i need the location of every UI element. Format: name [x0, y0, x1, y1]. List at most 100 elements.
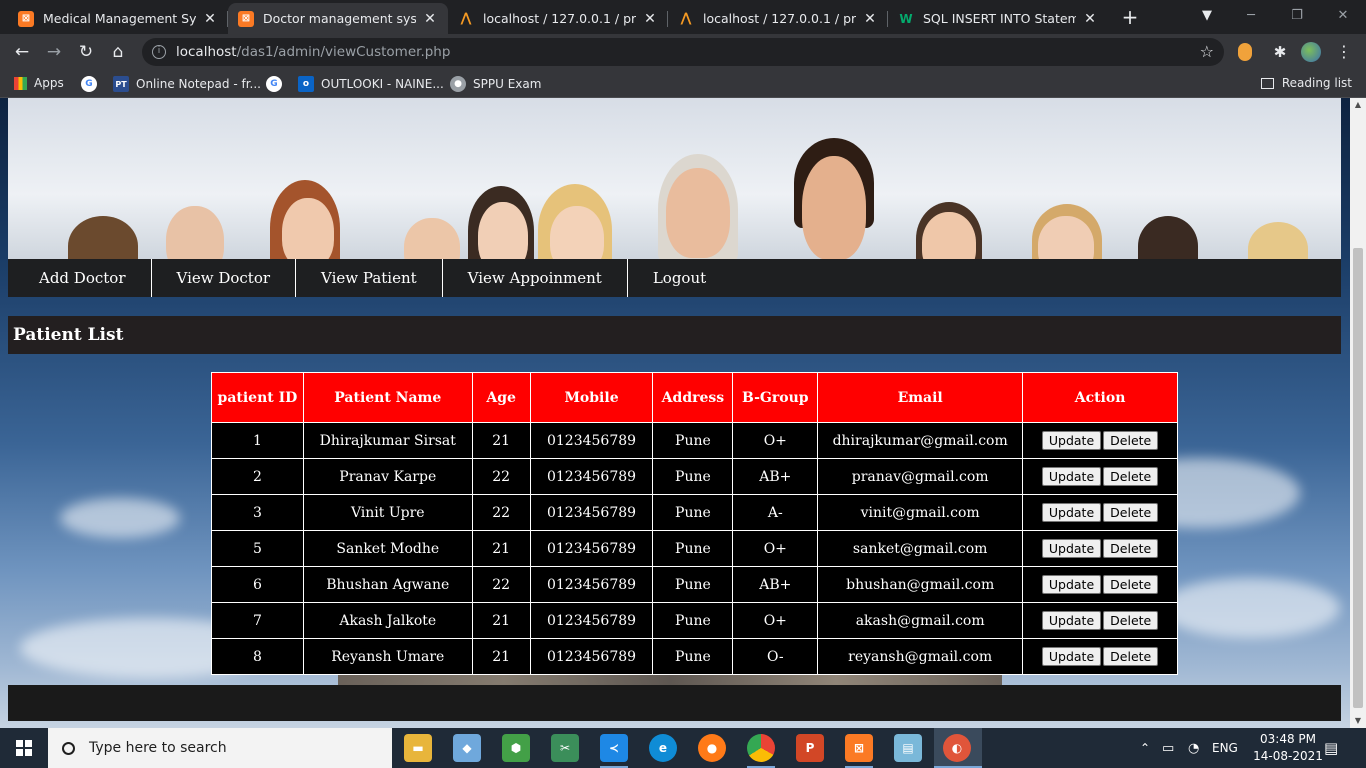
paint-icon[interactable]: ◐ [943, 734, 971, 762]
bookmark-outlook[interactable]: o OUTLOOKI - NAINE... [298, 76, 444, 92]
nav-view-patient[interactable]: View Patient [296, 259, 443, 297]
table-cell: Pune [652, 530, 734, 567]
url-text[interactable]: localhost/das1/admin/viewCustomer.php [176, 44, 450, 60]
back-icon[interactable]: ← [10, 40, 34, 64]
scroll-down-icon[interactable]: ▼ [1350, 714, 1366, 728]
apps-grid-icon [14, 76, 27, 90]
powerpoint-icon[interactable]: P [796, 734, 824, 762]
tab-phpmyadmin-2[interactable]: ⋀ localhost / 127.0.0.1 / project ✕ [668, 3, 888, 34]
tray-overflow-icon[interactable]: ⌃ [1140, 728, 1150, 768]
close-icon[interactable]: ✕ [642, 11, 658, 27]
tab-search-icon[interactable]: ▼ [1184, 4, 1230, 28]
update-button[interactable]: Update [1041, 611, 1102, 630]
xampp-icon: ⊠ [18, 10, 34, 27]
cube-app-icon[interactable]: ◆ [453, 734, 481, 762]
maximize-button[interactable]: ❐ [1274, 4, 1320, 28]
bookmark-google-1[interactable]: G [81, 76, 104, 92]
table-cell: 22 [471, 566, 531, 603]
bookmark-apps[interactable]: Apps [14, 76, 64, 90]
start-button[interactable] [0, 728, 48, 768]
wifi-icon[interactable]: ◔ [1188, 728, 1199, 768]
delete-button[interactable]: Delete [1103, 575, 1159, 594]
nav-add-doctor[interactable]: Add Doctor [8, 259, 152, 297]
tab-sql-insert[interactable]: W SQL INSERT INTO Statement ✕ [888, 3, 1108, 34]
taskbar-search[interactable]: Type here to search [48, 728, 392, 768]
scroll-up-icon[interactable]: ▲ [1350, 98, 1366, 112]
close-icon[interactable]: ✕ [202, 11, 218, 27]
close-icon[interactable]: ✕ [422, 11, 438, 27]
table-row: 6 Bhushan Agwane 22 0123456789 Pune AB+ bhusha… [211, 566, 1178, 603]
delete-button[interactable]: Delete [1103, 431, 1159, 450]
new-tab-button[interactable]: + [1118, 5, 1142, 29]
banner-person [478, 202, 528, 259]
clock-time: 03:48 PM [1260, 732, 1316, 746]
tab-medical-management[interactable]: ⊠ Medical Management System ✕ [8, 3, 228, 34]
notification-icon[interactable]: ▤ [1324, 728, 1338, 768]
nav-logout[interactable]: Logout [628, 259, 731, 297]
edge-icon[interactable]: e [649, 734, 677, 762]
update-button[interactable]: Update [1041, 431, 1102, 450]
close-icon[interactable]: ✕ [1082, 11, 1098, 27]
table-cell: Bhushan Agwane [302, 566, 473, 603]
table-cell: 0123456789 [529, 422, 654, 459]
tab-title: localhost / 127.0.0.1 / project [483, 11, 636, 26]
delete-button[interactable]: Delete [1103, 503, 1159, 522]
tab-strip: ⊠ Medical Management System ✕ ⊠ Doctor m… [0, 0, 1366, 34]
delete-button[interactable]: Delete [1103, 611, 1159, 630]
menu-kebab-icon[interactable]: ⋮ [1334, 42, 1354, 62]
nav-view-doctor[interactable]: View Doctor [152, 259, 297, 297]
delete-button[interactable]: Delete [1103, 467, 1159, 486]
bookmark-star-icon[interactable]: ☆ [1200, 42, 1214, 61]
file-explorer-icon[interactable]: ▬ [404, 734, 432, 762]
close-icon[interactable]: ✕ [862, 11, 878, 27]
close-window-button[interactable]: ✕ [1320, 4, 1366, 28]
bookmark-google-2[interactable]: G [266, 76, 289, 92]
notepad-icon[interactable]: ▤ [894, 734, 922, 762]
update-button[interactable]: Update [1041, 647, 1102, 666]
tab-phpmyadmin-1[interactable]: ⋀ localhost / 127.0.0.1 / project ✕ [448, 3, 668, 34]
delete-button[interactable]: Delete [1103, 539, 1159, 558]
bookmark-online-notepad[interactable]: PT Online Notepad - fr... [113, 76, 261, 92]
column-header: Email [817, 372, 1024, 423]
bookmark-sppu-exam[interactable]: ● SPPU Exam [450, 76, 541, 92]
battery-icon[interactable]: ▭ [1162, 728, 1174, 768]
profile-avatar[interactable] [1301, 42, 1321, 62]
firefox-icon[interactable]: ● [698, 734, 726, 762]
snipping-tool-icon[interactable]: ✂ [551, 734, 579, 762]
tab-doctor-management[interactable]: ⊠ Doctor management system ✕ [228, 3, 448, 34]
scrollbar-thumb[interactable] [1353, 248, 1363, 708]
address-bar[interactable]: i localhost/das1/admin/viewCustomer.php … [142, 38, 1224, 66]
reload-icon[interactable]: ↻ [74, 40, 98, 64]
column-header: Mobile [529, 372, 654, 423]
forward-icon[interactable]: → [42, 40, 66, 64]
update-button[interactable]: Update [1041, 575, 1102, 594]
puzzle-extensions-icon[interactable]: ✱ [1270, 42, 1290, 62]
page-scrollbar[interactable]: ▲ ▼ [1350, 98, 1366, 728]
column-header: Address [652, 372, 734, 423]
extension-icon[interactable] [1238, 43, 1252, 61]
taskbar-clock[interactable]: 03:48 PM 14-08-2021 [1248, 731, 1328, 765]
vscode-icon[interactable]: ≺ [600, 734, 628, 762]
nodejs-icon[interactable]: ⬢ [502, 734, 530, 762]
google-icon: G [266, 76, 282, 92]
update-button[interactable]: Update [1041, 503, 1102, 522]
url-host: localhost [176, 44, 237, 60]
table-cell: O+ [732, 602, 819, 639]
update-button[interactable]: Update [1041, 539, 1102, 558]
background-cloud [1160, 578, 1340, 638]
xampp-icon[interactable]: ⊠ [845, 734, 873, 762]
update-button[interactable]: Update [1041, 467, 1102, 486]
table-row: 7 Akash Jalkote 21 0123456789 Pune O+ akash@gm… [211, 602, 1178, 639]
table-cell: 21 [471, 638, 531, 675]
language-indicator[interactable]: ENG [1212, 728, 1238, 768]
info-icon[interactable]: i [152, 45, 166, 59]
page-viewport: Add Doctor View Doctor View Patient View… [0, 98, 1350, 728]
home-icon[interactable]: ⌂ [106, 40, 130, 64]
reading-list-button[interactable]: Reading list [1260, 76, 1352, 90]
delete-button[interactable]: Delete [1103, 647, 1159, 666]
bookmark-label: Apps [34, 76, 64, 90]
nav-view-appoinment[interactable]: View Appoinment [443, 259, 628, 297]
minimize-button[interactable]: ─ [1228, 4, 1274, 28]
pt-icon: PT [113, 76, 129, 92]
chrome-icon[interactable] [747, 734, 775, 762]
